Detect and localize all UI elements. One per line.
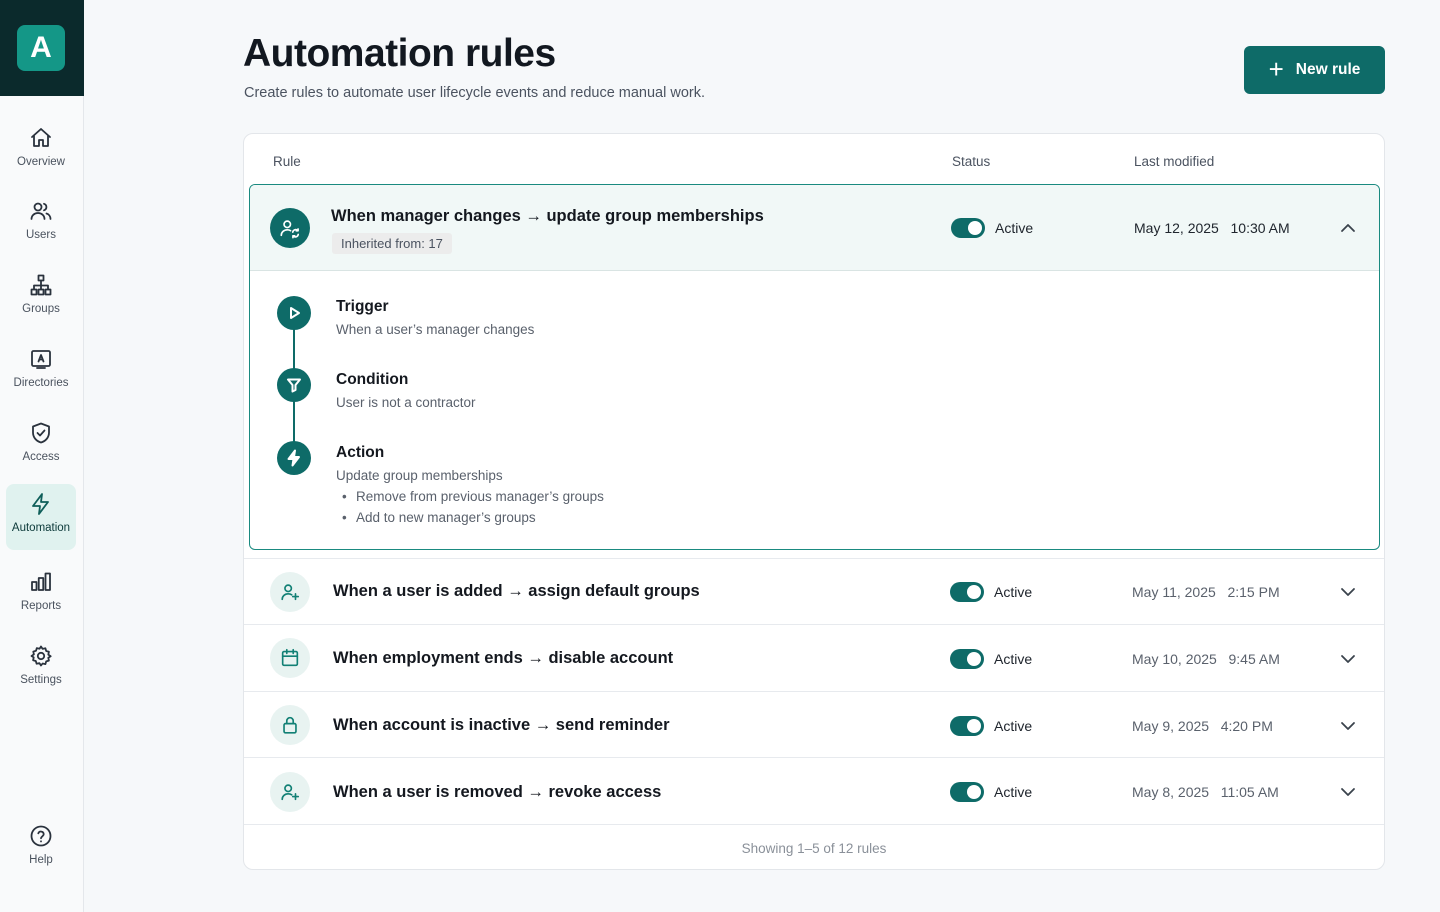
trigger-title: Trigger xyxy=(336,298,389,315)
status-toggle[interactable] xyxy=(950,716,984,736)
status-text: Active xyxy=(994,784,1033,800)
gear-icon xyxy=(30,645,52,667)
lock-icon xyxy=(270,705,310,745)
condition-desc: User is not a contractor xyxy=(336,395,476,410)
lightning-icon xyxy=(277,441,311,475)
action-title: Action xyxy=(336,444,385,461)
id-card-icon xyxy=(31,350,51,369)
user-sync-icon xyxy=(270,208,310,248)
table-row[interactable]: When employment ends → disable account A… xyxy=(244,624,1384,691)
hierarchy-icon xyxy=(30,274,52,296)
action-bullet: Add to new manager’s groups xyxy=(342,510,536,525)
chevron-up-icon[interactable] xyxy=(1339,219,1357,237)
chevron-down-icon[interactable] xyxy=(1339,583,1357,601)
inherited-badge: Inherited from: 17 xyxy=(332,233,452,254)
sidebar-item-groups[interactable]: Groups xyxy=(6,265,76,331)
user-plus-icon xyxy=(270,572,310,612)
page-title: Automation rules xyxy=(243,32,556,75)
status-text: Active xyxy=(994,651,1033,667)
new-rule-button[interactable]: + New rule xyxy=(1244,46,1385,94)
table-row[interactable]: When a user is added → assign default gr… xyxy=(244,558,1384,625)
sidebar-item-label: Access xyxy=(22,451,60,463)
app-logo[interactable]: A xyxy=(17,25,65,71)
sidebar-item-users[interactable]: Users xyxy=(6,191,76,257)
last-modified: May 11, 2025 2:15 PM xyxy=(1132,584,1280,600)
rule-title: When employment ends → disable account xyxy=(333,649,674,667)
status-toggle[interactable] xyxy=(950,649,984,669)
pagination-summary: Showing 1–5 of 12 rules xyxy=(244,824,1384,870)
sidebar-item-label: Groups xyxy=(22,303,60,315)
table-row[interactable]: When a user is removed → revoke access A… xyxy=(244,757,1384,824)
condition-title: Condition xyxy=(336,371,409,388)
rule-title: When account is inactive → send reminder xyxy=(333,716,670,734)
action-bullet: Remove from previous manager’s groups xyxy=(342,489,604,504)
calendar-icon xyxy=(270,638,310,678)
sidebar-item-label: Settings xyxy=(20,674,62,686)
table-row[interactable]: When account is inactive → send reminder… xyxy=(244,691,1384,758)
sidebar: A Overview Users Groups Directories Acce… xyxy=(0,0,84,912)
last-modified: May 10, 2025 9:45 AM xyxy=(1132,651,1280,667)
user-plus-icon xyxy=(270,772,310,812)
last-modified: May 9, 2025 4:20 PM xyxy=(1132,718,1273,734)
column-header-rule[interactable]: Rule xyxy=(273,154,301,169)
rule-title: When a user is removed → revoke access xyxy=(333,783,662,801)
sidebar-item-directories[interactable]: Directories xyxy=(6,339,76,405)
column-header-status[interactable]: Status xyxy=(952,154,990,169)
expanded-rule: When manager changes → update group memb… xyxy=(249,184,1380,550)
status-toggle[interactable] xyxy=(951,218,985,238)
bar-chart-icon xyxy=(31,572,51,591)
status-toggle[interactable] xyxy=(950,782,984,802)
sidebar-item-help[interactable]: Help xyxy=(6,816,76,882)
sidebar-item-label: Help xyxy=(29,854,53,866)
last-modified: May 8, 2025 11:05 AM xyxy=(1132,784,1279,800)
chevron-down-icon[interactable] xyxy=(1339,717,1357,735)
chevron-down-icon[interactable] xyxy=(1339,783,1357,801)
rule-title: When a user is added → assign default gr… xyxy=(333,582,700,600)
sidebar-item-label: Directories xyxy=(13,377,69,389)
trigger-desc: When a user’s manager changes xyxy=(336,322,535,337)
home-icon xyxy=(31,128,51,147)
status-text: Active xyxy=(995,220,1034,236)
rules-table: Rule Status Last modified When manager c… xyxy=(243,133,1385,870)
sidebar-item-label: Overview xyxy=(17,156,65,168)
shield-check-icon xyxy=(32,422,50,444)
last-modified: May 12, 2025 10:30 AM xyxy=(1134,220,1290,236)
sidebar-item-label: Reports xyxy=(20,600,62,612)
users-icon xyxy=(30,202,52,220)
sidebar-item-label: Automation xyxy=(11,522,71,534)
rule-title: When manager changes → update group memb… xyxy=(331,207,764,225)
sidebar-item-overview[interactable]: Overview xyxy=(6,118,76,184)
page-subtitle: Create rules to automate user lifecycle … xyxy=(244,85,706,101)
sidebar-item-automation[interactable]: Automation xyxy=(6,484,76,550)
sidebar-item-settings[interactable]: Settings xyxy=(6,636,76,702)
status-toggle[interactable] xyxy=(950,582,984,602)
lightning-icon xyxy=(32,493,49,515)
sidebar-item-access[interactable]: Access xyxy=(6,413,76,479)
new-rule-label: New rule xyxy=(1295,61,1361,78)
column-header-modified[interactable]: Last modified xyxy=(1134,154,1214,169)
help-icon xyxy=(30,825,52,847)
plus-icon: + xyxy=(1268,53,1284,84)
chevron-down-icon[interactable] xyxy=(1339,650,1357,668)
logo-area: A xyxy=(0,0,84,96)
status-text: Active xyxy=(994,718,1033,734)
filter-icon xyxy=(277,368,311,402)
expanded-rule-header[interactable]: When manager changes → update group memb… xyxy=(250,185,1379,271)
action-desc: Update group memberships xyxy=(336,468,503,483)
play-icon xyxy=(277,296,311,330)
status-text: Active xyxy=(994,584,1033,600)
sidebar-item-label: Users xyxy=(25,229,57,241)
sidebar-item-reports[interactable]: Reports xyxy=(6,562,76,628)
